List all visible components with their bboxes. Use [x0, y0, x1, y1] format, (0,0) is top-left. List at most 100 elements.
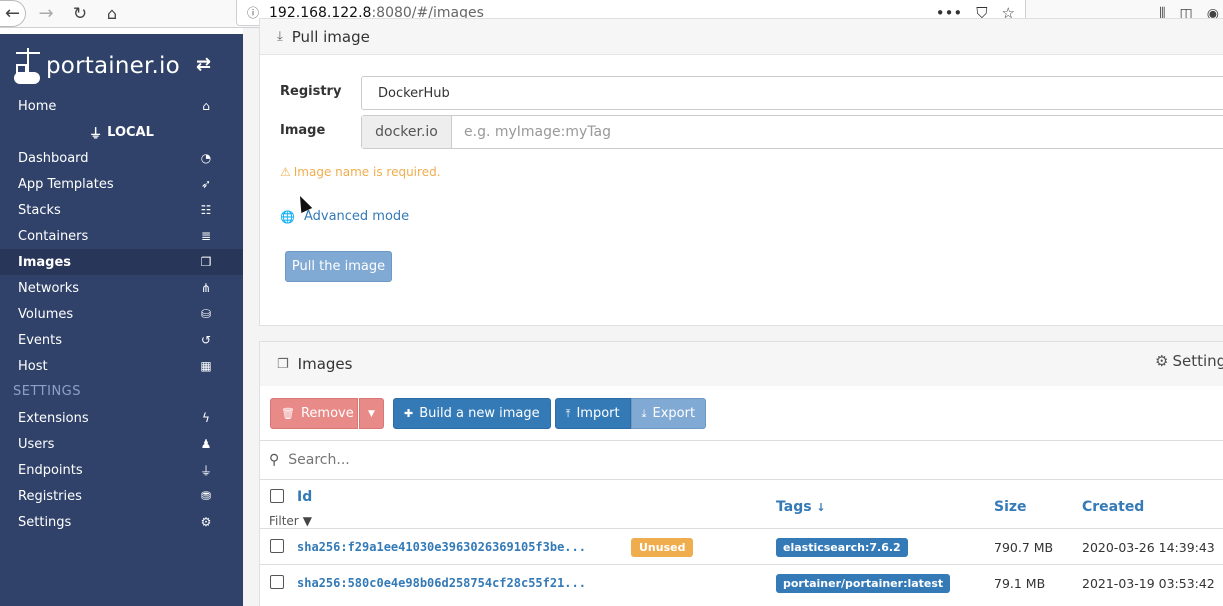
sidebar-item-home[interactable]: Home ⌂: [0, 93, 243, 119]
cubes-icon: ⛁: [200, 307, 212, 321]
search-bar: ⚲: [260, 440, 1223, 480]
sidebar-item-events[interactable]: Events ↺: [0, 327, 243, 353]
import-button[interactable]: ⤒ Import: [554, 398, 631, 429]
endpoint-name: LOCAL: [107, 124, 154, 140]
column-tags[interactable]: Tags ↓: [776, 499, 826, 515]
images-title: Images: [297, 355, 353, 373]
sidebar-item-networks[interactable]: Networks ⋔: [0, 275, 243, 301]
image-tag-badge: portainer/portainer:latest: [776, 574, 951, 593]
sidebar-item-endpoints[interactable]: Endpoints ⏚: [0, 457, 243, 483]
sitemap-icon: ⋔: [200, 281, 212, 295]
images-panel: ❐ Images ⚙ Settings 🗑 Remove ▼ ✚ Build a…: [259, 341, 1223, 606]
pull-image-header: ⤓ Pull image: [260, 19, 1223, 55]
advanced-mode-label: Advanced mode: [303, 209, 410, 224]
sidebar-item-label: Endpoints: [18, 462, 83, 478]
sidebar-item-host[interactable]: Host ▦: [0, 353, 243, 379]
table-settings-link[interactable]: ⚙ Settings: [1155, 352, 1223, 370]
remove-dropdown-button[interactable]: ▼: [359, 398, 384, 429]
tachometer-icon: ◔: [200, 151, 212, 165]
endpoint-header: ⏚ LOCAL: [0, 119, 243, 145]
sidebar-item-registries[interactable]: Registries ⛃: [0, 483, 243, 509]
home-icon: ⌂: [202, 99, 210, 113]
filter-icon: ▼: [302, 514, 312, 528]
pull-image-panel: ⤓ Pull image Registry DockerHub ▼ Image …: [259, 18, 1223, 326]
image-size: 790.7 MB: [994, 540, 1054, 555]
clone-icon: ❐: [200, 255, 212, 269]
portainer-logo[interactable]: portainer.io: [14, 40, 180, 92]
warning-text: Image name is required.: [293, 165, 441, 179]
logo-text: portainer.io: [46, 53, 180, 79]
sidebar-item-volumes[interactable]: Volumes ⛁: [0, 301, 243, 327]
warning-icon: ⚠: [280, 165, 291, 179]
crane-logo-icon: [14, 48, 42, 84]
build-label: Build a new image: [419, 406, 540, 421]
sidebar-item-users[interactable]: Users ♟: [0, 431, 243, 457]
sidebar-item-images[interactable]: Images ❐: [0, 249, 243, 275]
info-icon[interactable]: ⓘ: [247, 4, 259, 21]
sidebar-item-label: Events: [18, 332, 63, 348]
sidebar-item-label: Host: [18, 358, 48, 374]
sidebar-item-label: Home: [18, 98, 57, 114]
registry-label: Registry: [280, 84, 342, 99]
row-checkbox[interactable]: [270, 575, 284, 589]
image-id-link[interactable]: sha256:f29a1ee41030e3963026369105f3be...: [297, 540, 586, 554]
registry-select[interactable]: DockerHub ▼: [361, 76, 1223, 110]
image-name-input[interactable]: [452, 116, 1223, 148]
select-all-checkbox[interactable]: [270, 489, 284, 503]
cogs-icon: ⚙: [200, 515, 212, 529]
history-icon: ↺: [200, 333, 212, 347]
pull-image-button[interactable]: Pull the image: [285, 251, 392, 282]
swap-endpoint-icon[interactable]: ⇄: [196, 54, 211, 75]
server-icon: ≣: [200, 229, 212, 243]
advanced-mode-link[interactable]: 🌐 Advanced mode: [280, 209, 409, 224]
row-divider: [260, 528, 1223, 529]
sidebar-item-dashboard[interactable]: Dashboard ◔: [0, 145, 243, 171]
column-tags-label: Tags: [776, 499, 812, 515]
home-button[interactable]: ⌂: [98, 0, 126, 27]
search-input[interactable]: [288, 452, 889, 468]
sidebar-item-app-templates[interactable]: App Templates ➶: [0, 171, 243, 197]
back-button[interactable]: ←: [0, 0, 26, 27]
caret-down-icon: ▼: [368, 408, 375, 419]
database-icon: ⛃: [200, 489, 212, 503]
reload-button[interactable]: ↻: [66, 0, 94, 27]
sidebar-item-label: Stacks: [18, 202, 61, 218]
image-size: 79.1 MB: [994, 576, 1046, 591]
download-icon: ⤓: [641, 406, 647, 420]
sidebar-item-containers[interactable]: Containers ≣: [0, 223, 243, 249]
clone-icon: ❐: [277, 356, 289, 372]
sidebar-item-label: Dashboard: [18, 150, 89, 166]
export-button[interactable]: ⤓ Export: [630, 398, 707, 429]
sidebar-item-label: Settings: [18, 514, 72, 530]
forward-button[interactable]: →: [32, 0, 60, 27]
image-created: 2020-03-26 14:39:43: [1082, 540, 1215, 555]
column-created[interactable]: Created: [1082, 499, 1144, 515]
sidebar-item-label: App Templates: [18, 176, 114, 192]
sidebar-item-label: Volumes: [18, 306, 74, 322]
sidebar-item-label: Networks: [18, 280, 80, 296]
row-checkbox[interactable]: [270, 539, 284, 553]
image-id-link[interactable]: sha256:580c0e4e98b06d258754cf28c55f21...: [297, 576, 586, 590]
column-id[interactable]: Id: [297, 489, 312, 505]
build-image-button[interactable]: ✚ Build a new image: [393, 398, 551, 429]
sidebar-item-label: Images: [18, 254, 72, 270]
registry-value: DockerHub: [378, 85, 450, 101]
sidebar-item-label: Users: [18, 436, 55, 452]
image-required-warning: ⚠ Image name is required.: [280, 165, 441, 179]
gear-icon: ⚙: [1155, 352, 1169, 370]
sort-icon: ↓: [816, 501, 826, 514]
image-input-group: docker.io: [361, 115, 1223, 149]
registry-prefix: docker.io: [362, 116, 452, 148]
grid-icon: ▦: [200, 359, 212, 373]
sidebar-item-extensions[interactable]: Extensions ϟ: [0, 405, 243, 431]
import-label: Import: [576, 406, 620, 421]
filter-button[interactable]: Filter ▼: [269, 514, 312, 528]
sidebar-item-label: Containers: [18, 228, 89, 244]
remove-button[interactable]: 🗑 Remove: [270, 398, 358, 429]
rocket-icon: ➶: [200, 177, 212, 191]
th-list-icon: ☷: [200, 203, 212, 217]
settings-section-header: SETTINGS: [13, 384, 82, 399]
column-size[interactable]: Size: [994, 499, 1027, 515]
sidebar-item-settings[interactable]: Settings ⚙: [0, 509, 243, 535]
sidebar-item-stacks[interactable]: Stacks ☷: [0, 197, 243, 223]
